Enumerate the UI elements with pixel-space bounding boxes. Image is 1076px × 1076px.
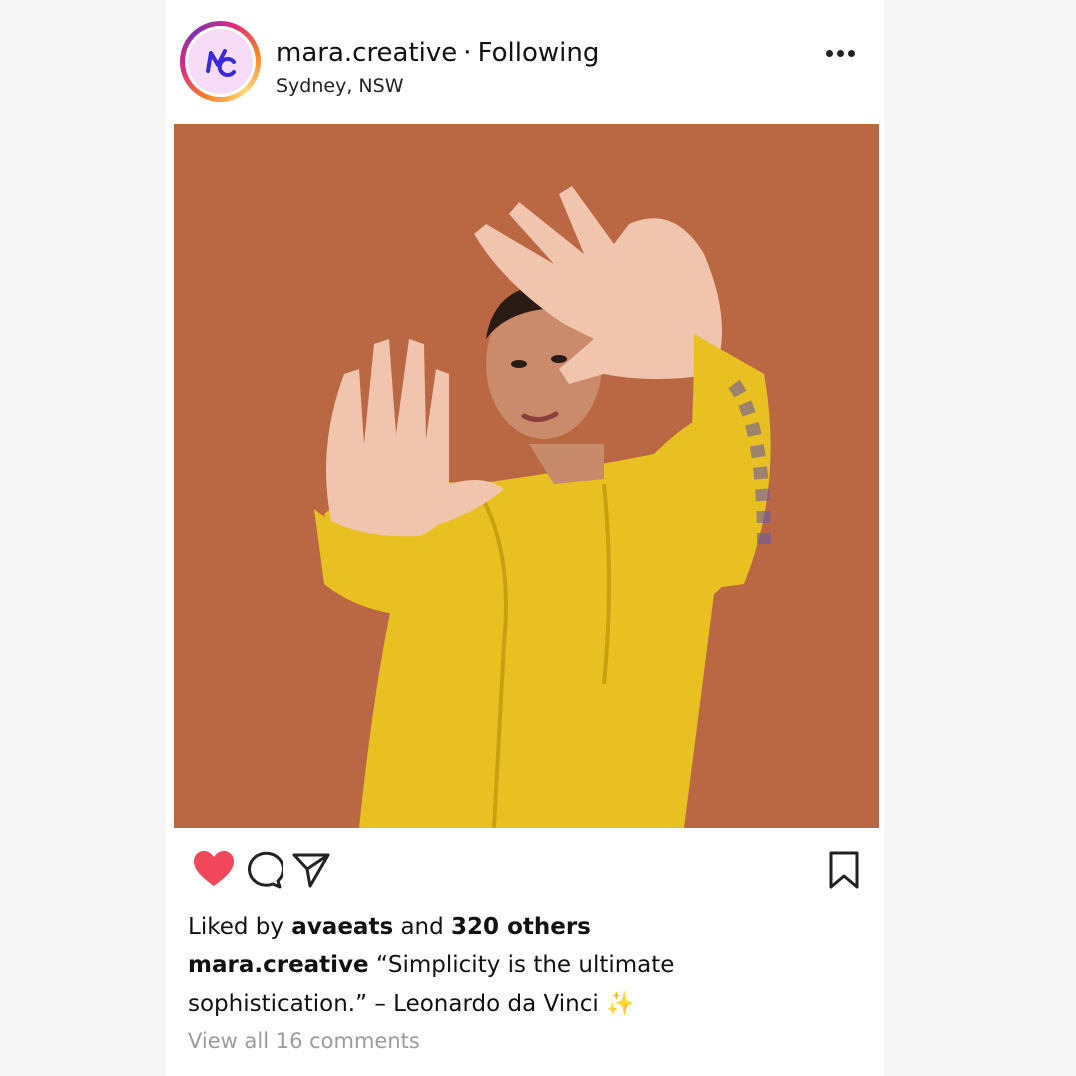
likes-prefix: Liked by [188,914,284,940]
heart-icon [194,851,234,886]
avatar[interactable] [180,21,261,102]
username-link[interactable]: mara.creative [276,38,457,68]
comment-icon [248,851,285,889]
share-button[interactable] [291,850,331,890]
more-options-button[interactable] [824,44,858,64]
view-all-comments-link[interactable]: View all 16 comments [188,1029,420,1053]
likes-others-link[interactable]: 320 others [451,914,591,940]
sparkles-emoji: ✨ [606,991,635,1017]
separator-dot: · [463,38,472,68]
more-dot [848,50,855,57]
comment-button[interactable] [243,850,285,890]
post-caption: mara.creative “Simplicity is the ultimat… [188,946,748,1024]
more-horizontal-icon [826,50,833,57]
bookmark-icon [829,851,859,889]
send-icon [292,853,330,888]
avatar-logo [188,29,253,94]
following-button[interactable]: Following [478,38,600,68]
save-button[interactable] [826,850,862,890]
monogram-icon [206,49,236,77]
likes-conjunction: and [400,914,444,940]
more-dot [837,50,844,57]
post-photo-illustration [174,124,879,828]
location-link[interactable]: Sydney, NSW [276,75,403,97]
likes-summary: Liked by avaeats and 320 others [188,914,591,940]
caption-username[interactable]: mara.creative [188,952,369,978]
post-image[interactable] [174,124,879,828]
avatar-border [185,26,256,97]
liker-username[interactable]: avaeats [291,914,393,940]
post-header-title: mara.creative · Following [276,38,599,68]
like-button[interactable] [192,848,236,892]
